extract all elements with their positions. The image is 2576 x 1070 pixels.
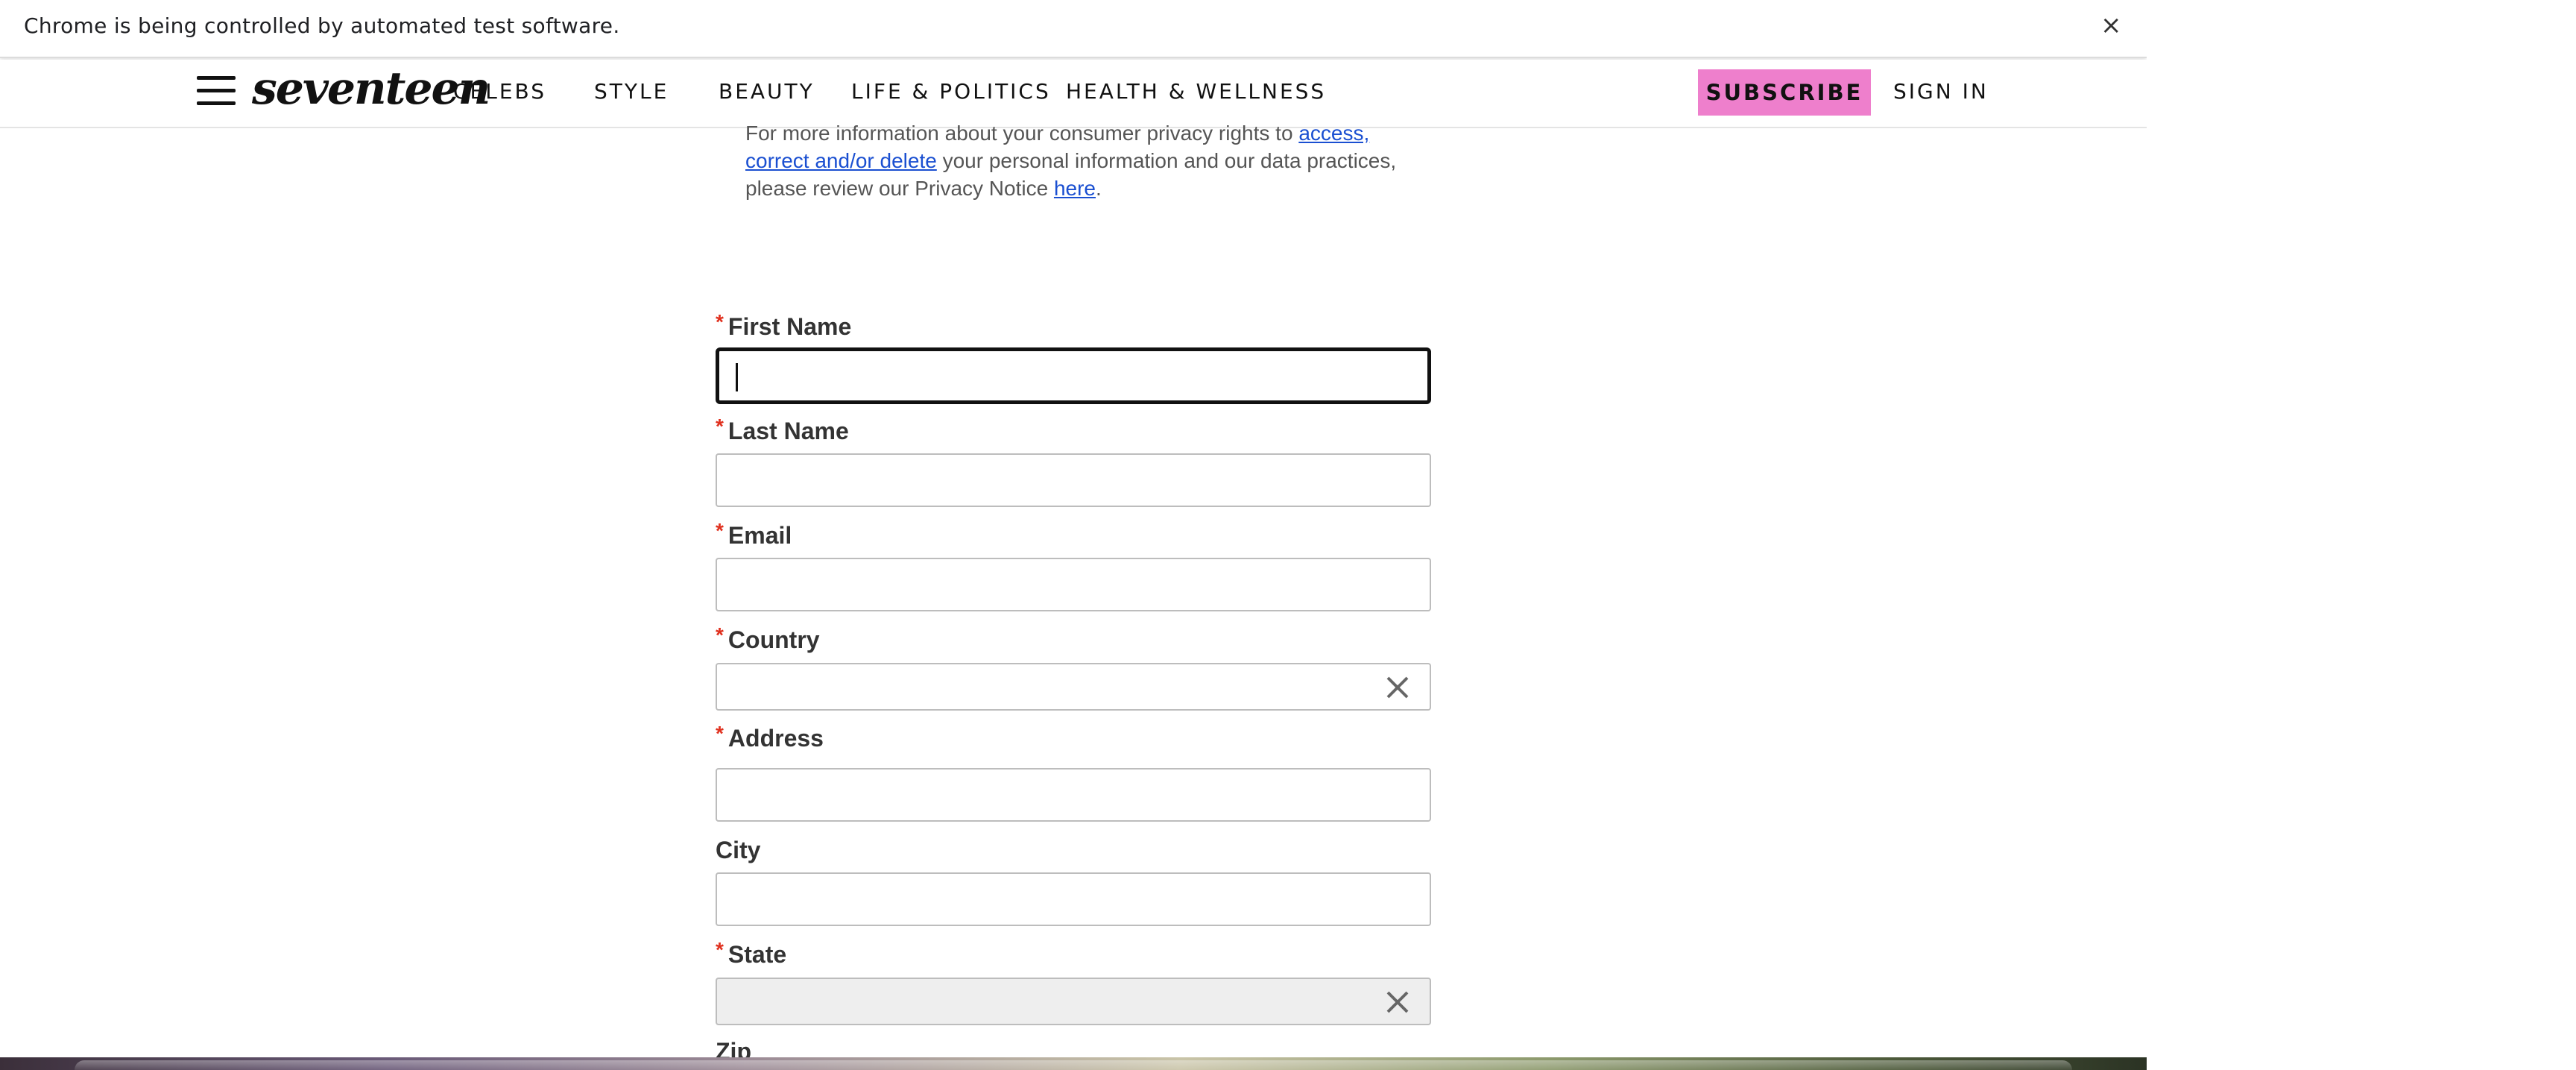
email-label-text: Email xyxy=(727,522,792,549)
state-label-text: State xyxy=(727,941,787,968)
required-marker: * xyxy=(716,938,724,961)
automation-infobar: Chrome is being controlled by automated … xyxy=(0,0,2147,58)
sign-in-link[interactable]: SIGN IN xyxy=(1893,79,1989,104)
address-label-text: Address xyxy=(727,725,824,752)
email-label: * Email xyxy=(716,519,792,550)
privacy-text-end: . xyxy=(1096,177,1102,200)
country-label: * Country xyxy=(716,623,820,655)
text-caret xyxy=(736,363,738,391)
nav-item-life-politics[interactable]: LIFE & POLITICS xyxy=(851,79,1051,104)
first-name-input[interactable] xyxy=(716,347,1431,404)
nav-item-style[interactable]: STYLE xyxy=(594,79,669,104)
blank-area xyxy=(2147,0,2576,1070)
required-marker: * xyxy=(716,310,724,333)
subscribe-button[interactable]: SUBSCRIBE xyxy=(1698,69,1871,116)
city-input[interactable] xyxy=(716,872,1431,926)
email-input[interactable] xyxy=(716,558,1431,611)
infobar-message: Chrome is being controlled by automated … xyxy=(24,13,620,38)
last-name-input[interactable] xyxy=(716,453,1431,507)
first-name-label-text: First Name xyxy=(727,313,852,340)
city-label-text: City xyxy=(716,837,761,863)
last-name-label-text: Last Name xyxy=(727,418,849,444)
required-marker: * xyxy=(716,722,724,745)
site-header: seventeen CELEBS STYLE BEAUTY LIFE & POL… xyxy=(0,60,2147,128)
clear-icon[interactable] xyxy=(1385,675,1410,700)
privacy-text-1: For more information about your consumer… xyxy=(745,122,1299,145)
last-name-label: * Last Name xyxy=(716,415,849,446)
first-name-label: * First Name xyxy=(716,310,852,342)
close-icon[interactable]: × xyxy=(2100,10,2122,40)
required-marker: * xyxy=(716,623,724,646)
nav-item-celebs[interactable]: CELEBS xyxy=(453,79,546,104)
address-input[interactable] xyxy=(716,768,1431,822)
clear-icon[interactable] xyxy=(1385,989,1410,1015)
nav-item-health-wellness[interactable]: HEALTH & WELLNESS xyxy=(1066,79,1326,104)
privacy-notice: For more information about your consumer… xyxy=(745,119,1416,202)
background-card xyxy=(75,1060,2072,1070)
nav-item-beauty[interactable]: BEAUTY xyxy=(719,79,815,104)
privacy-notice-here-link[interactable]: here xyxy=(1054,177,1096,200)
address-label: * Address xyxy=(716,722,824,753)
required-marker: * xyxy=(716,519,724,542)
state-select[interactable] xyxy=(716,978,1431,1025)
state-label: * State xyxy=(716,938,787,969)
country-select[interactable] xyxy=(716,663,1431,711)
city-label: City xyxy=(716,835,760,865)
country-label-text: Country xyxy=(727,626,820,653)
hamburger-menu-icon[interactable] xyxy=(197,73,236,109)
required-marker: * xyxy=(716,415,724,438)
